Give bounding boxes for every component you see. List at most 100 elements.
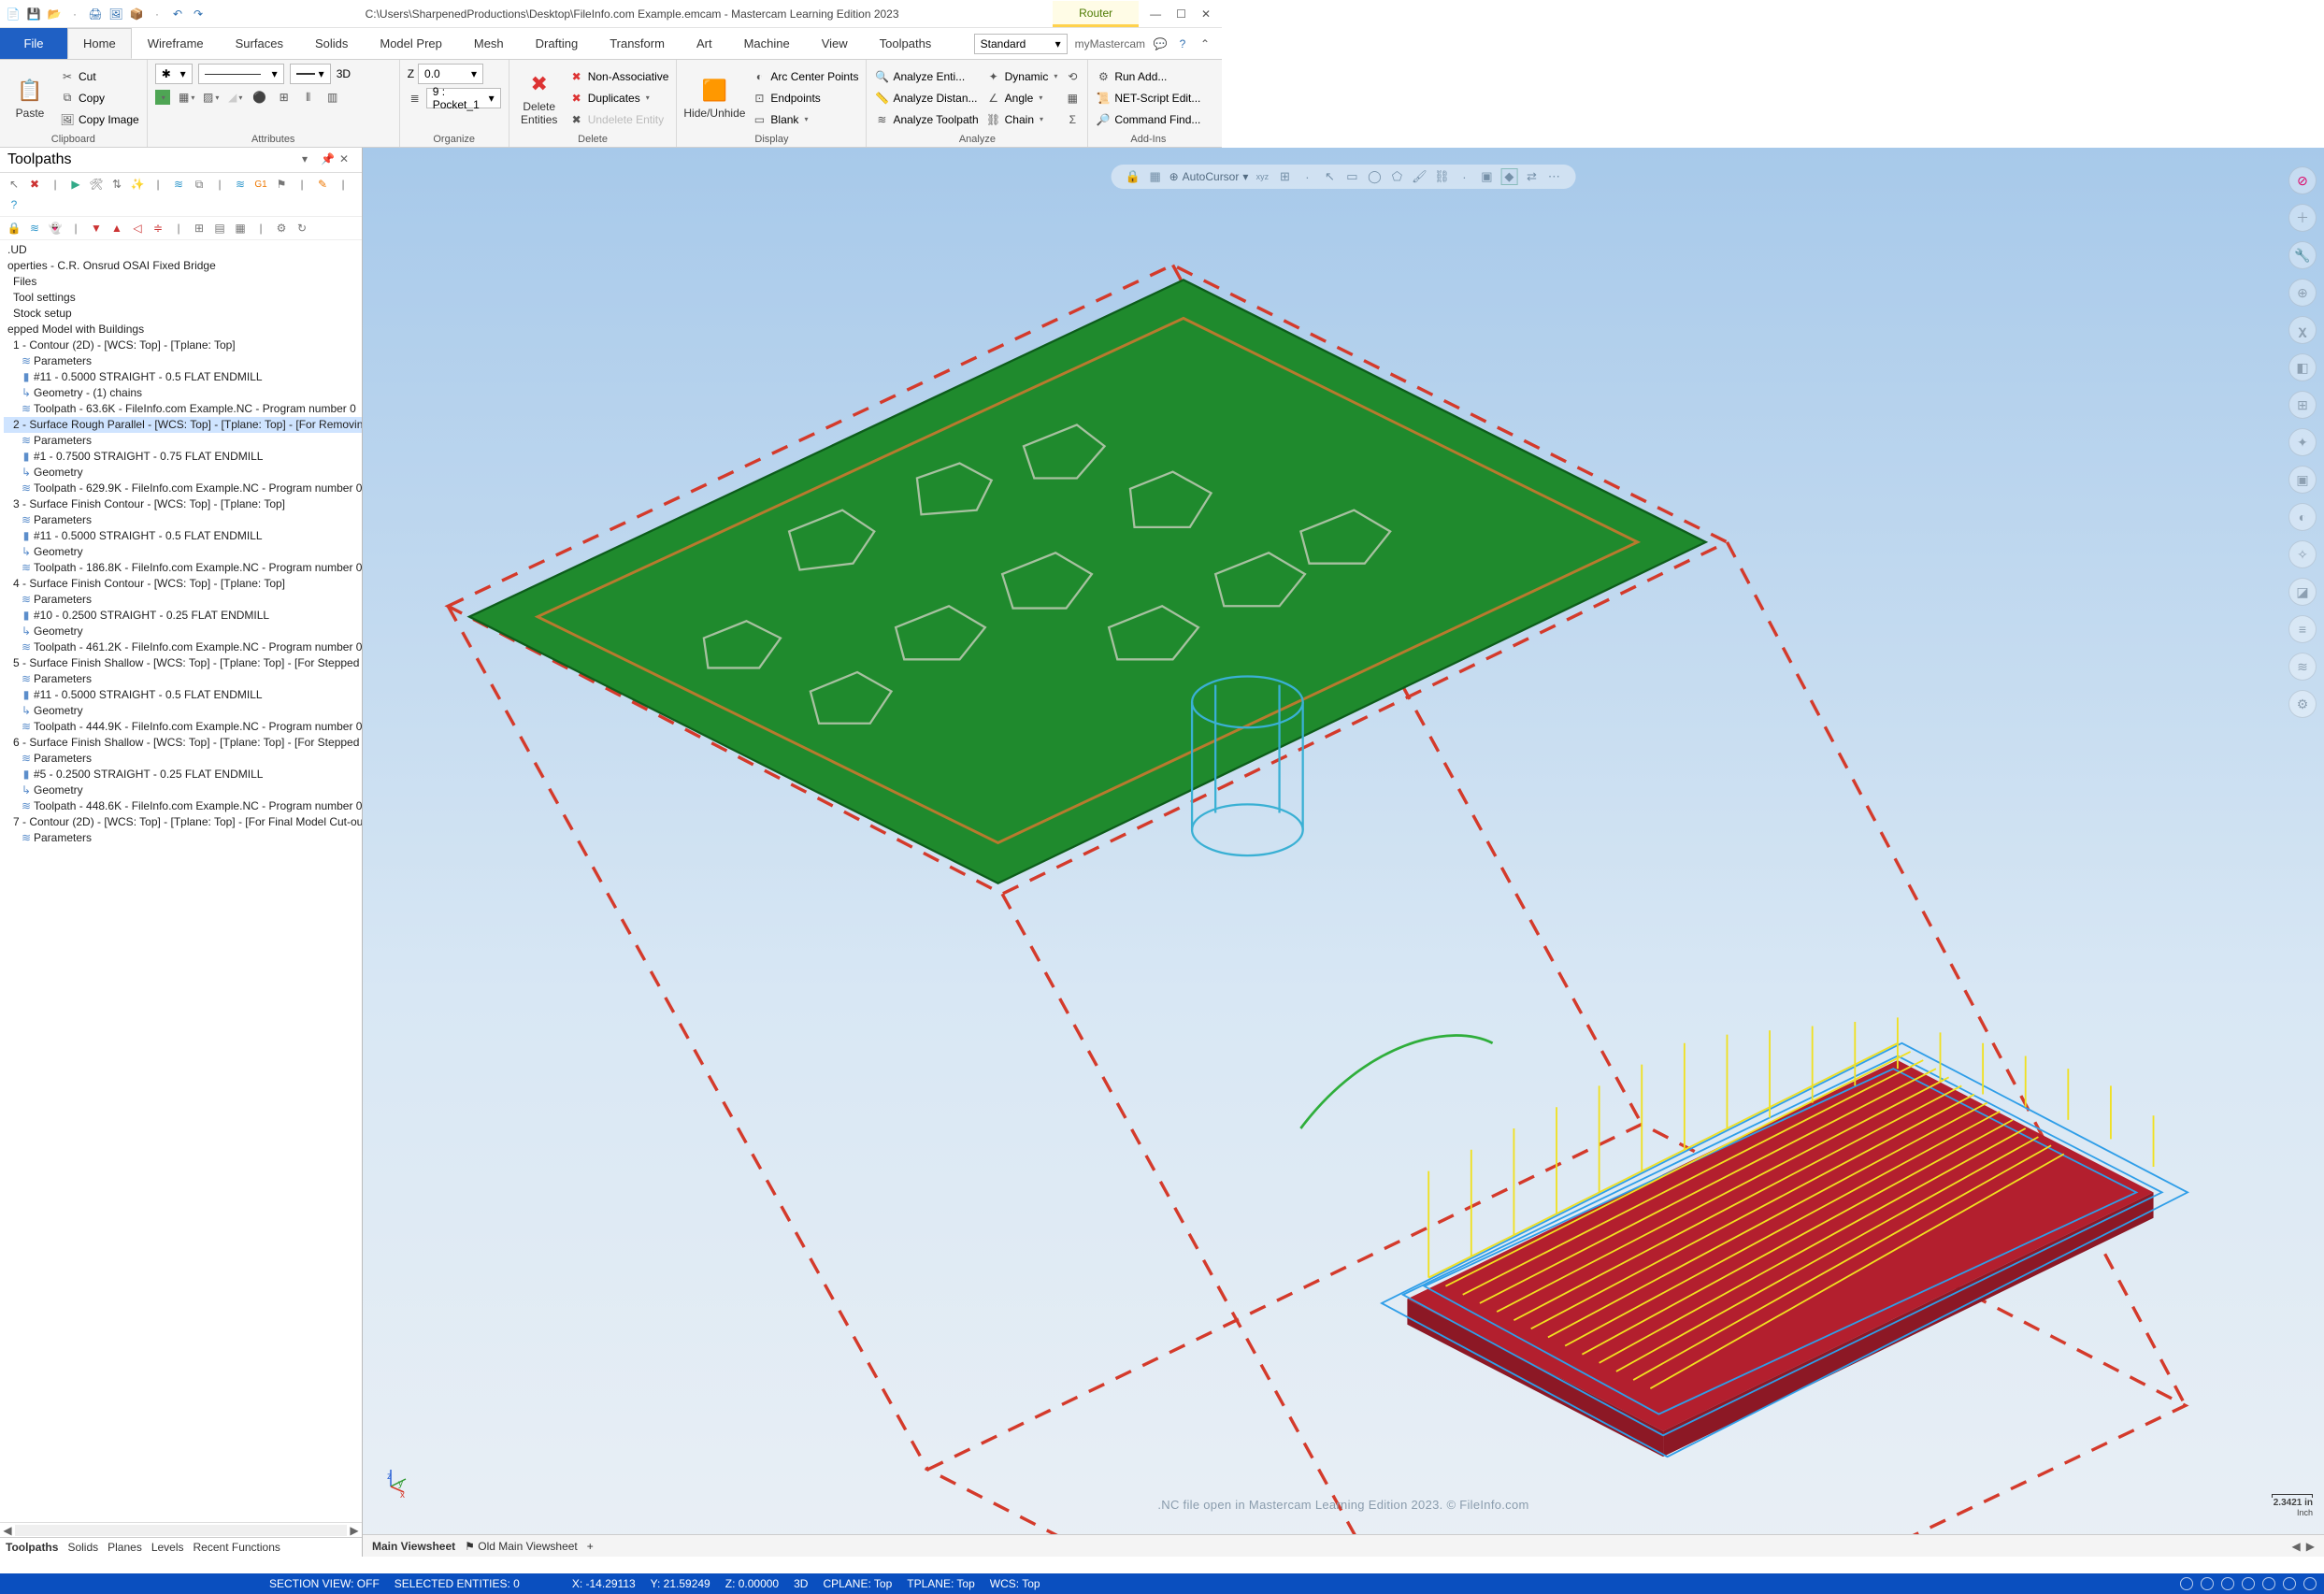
ortho-icon[interactable]: ⊞ (2288, 391, 2317, 419)
line-style-combo[interactable]: ▾ (198, 64, 284, 84)
line-weight-combo[interactable]: ▾ (290, 64, 331, 84)
status-orb-icon[interactable] (2303, 1577, 2317, 1590)
point-style-combo[interactable]: ✱▾ (155, 64, 193, 84)
tab-surfaces[interactable]: Surfaces (220, 28, 299, 59)
group-icon[interactable]: ⊞ (191, 220, 208, 237)
scroll-right-icon[interactable]: ▶ (347, 1524, 362, 1537)
pin-icon[interactable]: 📌 (321, 152, 336, 167)
tree-node[interactable]: ↳Geometry (4, 544, 362, 560)
xyz-icon[interactable]: xyz (1254, 168, 1270, 185)
wave-icon[interactable]: ≋ (26, 220, 43, 237)
z-value-combo[interactable]: 0.0▾ (418, 64, 483, 84)
maximize-icon[interactable]: ☐ (1176, 7, 1186, 21)
status-orb-icon[interactable] (2262, 1577, 2275, 1590)
up-icon[interactable]: ▲ (108, 220, 125, 237)
chain-icon[interactable]: ⛓ (1433, 168, 1450, 185)
fx-icon[interactable]: ✨ (129, 176, 146, 193)
panel-tab-toolpaths[interactable]: Toolpaths (6, 1541, 58, 1554)
3d-viewport[interactable]: 🔒 ▦ ⊕ AutoCursor ▾ xyz ⊞ · ↖ ▭ ◯ ⬠ 🖌 ⛓ ·… (363, 148, 2324, 1557)
tool-icon[interactable]: 🛠 (88, 176, 105, 193)
wave-icon[interactable]: ≋ (170, 176, 187, 193)
cursor-icon[interactable]: ↖ (1321, 168, 1338, 185)
align-icon[interactable]: ⫴ (301, 90, 316, 105)
wrench-icon[interactable]: 🔧 (2288, 241, 2317, 269)
tree-node[interactable]: ≋Parameters (4, 830, 362, 846)
command-find-button[interactable]: 🔎Command Find... (1096, 110, 1200, 129)
down-icon[interactable]: ▼ (88, 220, 105, 237)
tab-art[interactable]: Art (681, 28, 728, 59)
tree-node[interactable]: Stock setup (4, 306, 362, 322)
angle-button[interactable]: ∠Angle (986, 89, 1058, 108)
status-orb-icon[interactable] (2283, 1577, 2296, 1590)
analyze-entity-button[interactable]: 🔍Analyze Enti... (874, 67, 978, 86)
undo-icon[interactable]: ↶ (170, 7, 185, 22)
tree-node[interactable]: .UD (4, 242, 362, 258)
viewsheet-old[interactable]: ⚑ Old Main Viewsheet (465, 1540, 578, 1553)
tab-solids[interactable]: Solids (299, 28, 364, 59)
scroll-track[interactable] (15, 1525, 347, 1536)
panel-tab-recent[interactable]: Recent Functions (194, 1541, 280, 1554)
misc-icon[interactable]: ▦ (1065, 91, 1080, 106)
ghost-icon[interactable]: 👻 (47, 220, 64, 237)
wave2-icon[interactable]: ≋ (232, 176, 249, 193)
open-folder-icon[interactable]: 📂 (47, 7, 62, 22)
non-assoc-button[interactable]: ✖Non-Associative (569, 67, 669, 86)
layers-icon[interactable]: ≣ (408, 91, 423, 106)
tab-toolpaths[interactable]: Toolpaths (864, 28, 948, 59)
wcs-status[interactable]: WCS: Top (990, 1577, 1040, 1590)
chain-button[interactable]: ⛓Chain (986, 110, 1058, 129)
scroll-left-icon[interactable]: ◀ (0, 1524, 15, 1537)
tree-h-scrollbar[interactable]: ◀ ▶ (0, 1522, 362, 1537)
gear-icon[interactable]: ⚙ (2288, 690, 2317, 718)
close-icon[interactable]: ✕ (339, 152, 354, 167)
tab-transform[interactable]: Transform (594, 28, 681, 59)
filter-icon[interactable]: ▦ (1147, 168, 1164, 185)
panel-tab-levels[interactable]: Levels (151, 1541, 184, 1554)
mymastercam-link[interactable]: myMastercam (1075, 37, 1145, 50)
tree-node[interactable]: ≋Parameters (4, 751, 362, 767)
tree-node[interactable]: 1 - Contour (2D) - [WCS: Top] - [Tplane:… (4, 337, 362, 353)
layer-color-icon[interactable]: ▦ (179, 90, 194, 105)
level-combo[interactable]: 9 : Pocket_1▾ (426, 88, 501, 108)
tree-node[interactable]: Tool settings (4, 290, 362, 306)
tree-node[interactable]: 7 - Contour (2D) - [WCS: Top] - [Tplane:… (4, 814, 362, 830)
tree-node[interactable]: ≋Toolpath - 461.2K - FileInfo.com Exampl… (4, 639, 362, 655)
no-entry-icon[interactable]: ⊘ (2288, 166, 2317, 194)
g1-icon[interactable]: G1 (252, 176, 269, 193)
tree-node[interactable]: ↳Geometry (4, 703, 362, 719)
tree-node[interactable]: ↳Geometry (4, 465, 362, 481)
screenshot-icon[interactable]: 🖼 (108, 7, 123, 22)
blank-button[interactable]: ▭Blank (752, 110, 858, 129)
close-icon[interactable]: ✕ (1201, 7, 1211, 21)
flag-icon[interactable]: ⚑ (273, 176, 290, 193)
list-icon[interactable]: ▦ (232, 220, 249, 237)
cube2-icon[interactable]: ▣ (2288, 466, 2317, 494)
tree-node[interactable]: ≋Toolpath - 448.6K - FileInfo.com Exampl… (4, 798, 362, 814)
tree-node[interactable]: Files (4, 274, 362, 290)
3d-toggle[interactable]: 3D (337, 67, 351, 80)
redo-icon[interactable]: ↷ (191, 7, 206, 22)
grid-icon[interactable]: ⊞ (1276, 168, 1293, 185)
material-icon[interactable]: ⚫ (252, 90, 267, 105)
refresh-icon[interactable]: ↻ (294, 220, 310, 237)
more-icon[interactable]: ⋯ (1545, 168, 1562, 185)
clear-icon[interactable]: ✦ (2288, 428, 2317, 456)
help-icon[interactable]: ? (6, 196, 22, 213)
tab-view[interactable]: View (806, 28, 864, 59)
analyze-toolpath-button[interactable]: ≋Analyze Toolpath (874, 110, 978, 129)
gear-icon[interactable]: ⚙ (273, 220, 290, 237)
tree-node[interactable]: operties - C.R. Onsrud OSAI Fixed Bridge (4, 258, 362, 274)
tree-node[interactable]: ≋Toolpath - 63.6K - FileInfo.com Example… (4, 401, 362, 417)
tplane-status[interactable]: TPLANE: Top (907, 1577, 974, 1590)
tree-node[interactable]: ≋Toolpath - 186.8K - FileInfo.com Exampl… (4, 560, 362, 576)
cplane-status[interactable]: CPLANE: Top (823, 1577, 892, 1590)
poly-icon[interactable]: ⬠ (1388, 168, 1405, 185)
tab-machine[interactable]: Machine (728, 28, 806, 59)
save-icon[interactable]: 💾 (26, 7, 41, 22)
collapse-icon[interactable]: ◁ (129, 220, 146, 237)
tree-node[interactable]: ↳Geometry (4, 624, 362, 639)
tree-node[interactable]: ≋Parameters (4, 512, 362, 528)
lasso-icon[interactable]: ◯ (1366, 168, 1383, 185)
box-icon[interactable]: ▭ (1343, 168, 1360, 185)
pattern-icon[interactable]: ▨ (204, 90, 219, 105)
